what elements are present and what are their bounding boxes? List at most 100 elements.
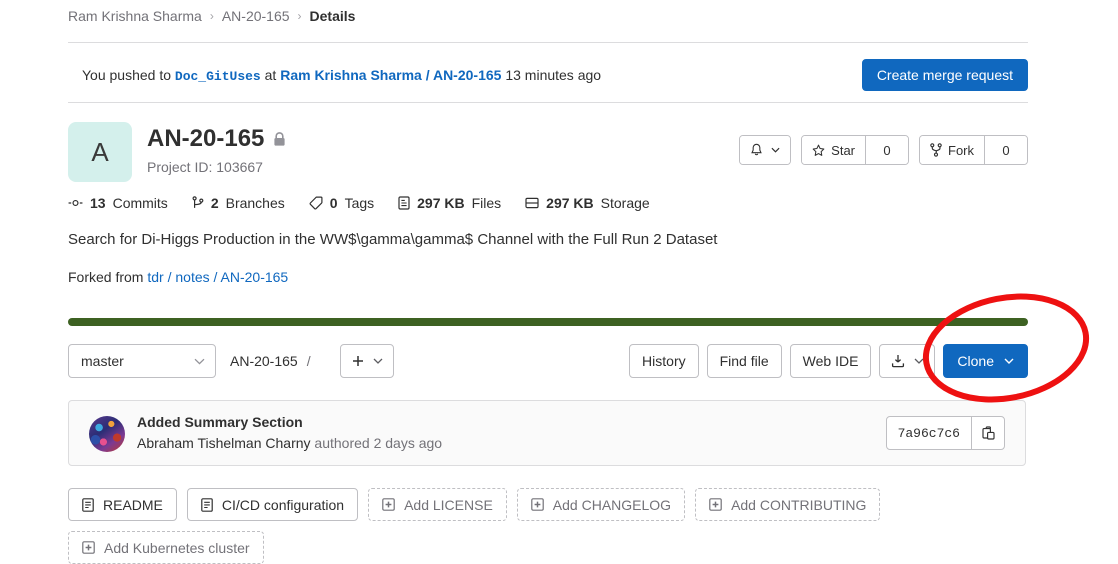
plus-box-icon: [709, 498, 722, 511]
project-avatar: A: [68, 122, 132, 182]
commit-sha[interactable]: 7a96c7c6: [887, 417, 971, 449]
stat-branches[interactable]: 2 Branches: [192, 195, 285, 211]
last-commit-author[interactable]: Abraham Tishelman Charny: [137, 435, 311, 451]
breadcrumb-separator: ›: [209, 9, 214, 23]
history-button[interactable]: History: [629, 344, 699, 378]
download-icon: [891, 354, 905, 368]
stat-tags[interactable]: 0 Tags: [309, 195, 374, 211]
breadcrumb-item-project[interactable]: AN-20-165: [222, 8, 290, 24]
bell-button[interactable]: [740, 136, 791, 164]
push-event-branch-link[interactable]: Doc_GitUses: [175, 69, 261, 84]
doc-icon: [201, 497, 213, 512]
last-commit-text: Added Summary Section Abraham Tishelman …: [137, 414, 442, 451]
add-kubernetes-cluster-button[interactable]: Add Kubernetes cluster: [68, 531, 264, 564]
fork-icon: [930, 143, 942, 157]
find-file-button[interactable]: Find file: [706, 344, 782, 378]
cicd-configuration-button[interactable]: CI/CD configuration: [186, 488, 359, 521]
doc-icon: [82, 497, 94, 512]
add-to-repo-button[interactable]: [340, 344, 394, 378]
divider-top: [68, 42, 1028, 43]
web-ide-button[interactable]: Web IDE: [789, 344, 872, 378]
stat-files[interactable]: 297 KB Files: [398, 195, 501, 211]
lock-icon: [273, 131, 286, 147]
project-details-page: Ram Krishna Sharma › AN-20-165 › Details…: [0, 0, 1118, 564]
file-action-buttons: README CI/CD configuration Add LICENSE A…: [68, 488, 1048, 564]
add-contributing-label: Add CONTRIBUTING: [731, 496, 867, 513]
stat-commits-value: 13: [90, 195, 106, 211]
breadcrumb-item-details[interactable]: Details: [310, 8, 356, 24]
divider-below-push: [68, 102, 1028, 103]
language-bar[interactable]: [68, 318, 1028, 326]
plus-icon: [352, 355, 364, 367]
project-description: Search for Di-Higgs Production in the WW…: [68, 231, 718, 248]
add-license-button[interactable]: Add LICENSE: [368, 488, 507, 521]
repo-toolbar-actions: History Find file Web IDE Clone: [629, 344, 1028, 378]
commit-sha-group: 7a96c7c6: [885, 416, 1005, 450]
add-contributing-button[interactable]: Add CONTRIBUTING: [695, 488, 881, 521]
project-title-block: AN-20-165 Project ID: 103667: [147, 125, 286, 175]
download-button[interactable]: [879, 344, 936, 378]
stat-storage: 297 KB Storage: [525, 195, 650, 211]
push-event-text: You pushed to Doc_GitUses at Ram Krishna…: [82, 67, 601, 84]
clone-button[interactable]: Clone: [943, 344, 1028, 378]
project-name: AN-20-165: [147, 125, 265, 152]
branch-selector[interactable]: master: [68, 344, 216, 378]
repo-path-root[interactable]: AN-20-165: [230, 353, 298, 369]
star-button[interactable]: Star: [802, 136, 865, 164]
plus-box-icon: [382, 498, 395, 511]
page-title: AN-20-165: [147, 125, 286, 153]
star-label: Star: [831, 142, 855, 158]
push-event-middle: at: [264, 66, 277, 83]
star-icon: [812, 144, 825, 157]
branch-icon: [192, 196, 204, 210]
plus-box-icon: [530, 498, 544, 511]
project-id-label: Project ID: 103667: [147, 159, 263, 175]
stat-commits[interactable]: 13 Commits: [68, 195, 168, 211]
add-license-label: Add LICENSE: [404, 496, 493, 513]
create-merge-request-button[interactable]: Create merge request: [861, 59, 1028, 91]
last-commit-panel: Added Summary Section Abraham Tishelman …: [68, 400, 1026, 466]
forked-from: Forked from tdr / notes / AN-20-165: [68, 269, 288, 285]
stat-files-label: Files: [471, 195, 502, 211]
stat-tags-label: Tags: [344, 195, 375, 211]
chevron-down-icon: [1004, 358, 1014, 364]
star-group[interactable]: Star 0: [801, 135, 909, 165]
breadcrumb-separator: ›: [297, 9, 302, 23]
commit-icon: [68, 197, 83, 209]
project-header-actions: Star 0 Fork 0: [739, 135, 1028, 165]
stat-storage-label: Storage: [600, 195, 650, 211]
forked-from-prefix: Forked from: [68, 269, 144, 285]
fork-button[interactable]: Fork: [920, 136, 984, 164]
copy-sha-button[interactable]: [971, 417, 1004, 449]
stat-branches-value: 2: [210, 195, 219, 211]
push-event-row: You pushed to Doc_GitUses at Ram Krishna…: [82, 59, 1028, 91]
add-changelog-label: Add CHANGELOG: [552, 496, 672, 513]
avatar: [89, 416, 125, 452]
fork-count: 0: [984, 136, 1027, 164]
notification-dropdown[interactable]: [739, 135, 792, 165]
fork-group[interactable]: Fork 0: [919, 135, 1028, 165]
breadcrumb: Ram Krishna Sharma › AN-20-165 › Details: [68, 8, 355, 24]
stat-files-value: 297 KB: [417, 195, 465, 211]
repository-toolbar: master AN-20-165 / History Find file Web…: [68, 344, 1028, 378]
chevron-down-icon: [771, 147, 780, 153]
chevron-down-icon: [373, 358, 383, 364]
branch-selector-label: master: [81, 353, 124, 369]
last-commit-title[interactable]: Added Summary Section: [137, 414, 442, 430]
star-count: 0: [865, 136, 908, 164]
breadcrumb-item-namespace[interactable]: Ram Krishna Sharma: [68, 8, 202, 24]
tag-icon: [309, 196, 323, 210]
readme-button[interactable]: README: [68, 488, 177, 521]
chevron-down-icon: [194, 358, 205, 365]
storage-icon: [525, 196, 539, 210]
add-changelog-button[interactable]: Add CHANGELOG: [516, 488, 686, 521]
push-event-time: 13 minutes ago: [505, 66, 602, 83]
fork-label: Fork: [948, 142, 974, 158]
project-stats: 13 Commits 2 Branches 0 Tags 297 KB File…: [68, 195, 650, 211]
push-event-project-link[interactable]: Ram Krishna Sharma / AN-20-165: [280, 67, 501, 83]
clone-button-label: Clone: [957, 353, 994, 369]
stat-tags-value: 0: [329, 195, 338, 211]
forked-from-link[interactable]: tdr / notes / AN-20-165: [147, 269, 288, 285]
stat-commits-label: Commits: [112, 195, 168, 211]
stat-branches-label: Branches: [225, 195, 285, 211]
